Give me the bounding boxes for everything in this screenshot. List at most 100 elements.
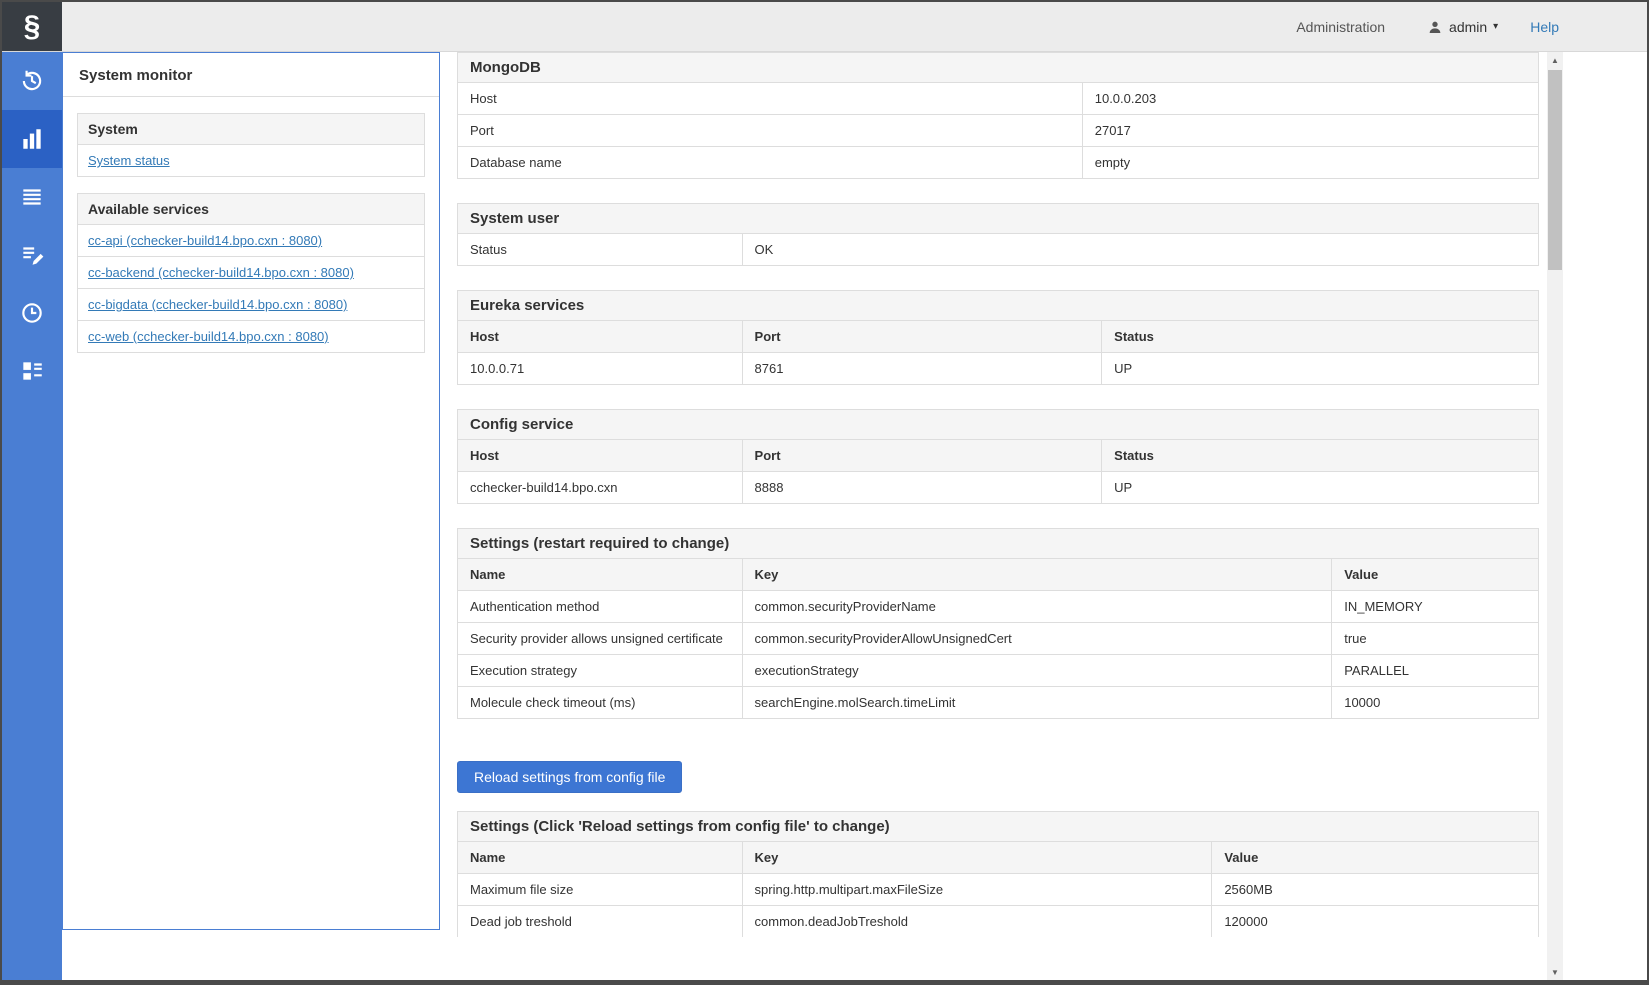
status-cell: UP [1102,472,1538,504]
scroll-down-arrow-icon[interactable]: ▼ [1547,964,1563,980]
section-title: MongoDB [458,53,1538,83]
settings-restart-section: Settings (restart required to change) Na… [457,528,1539,719]
table-cell: 120000 [1212,906,1538,938]
table-header-row: Host Port Status [458,440,1538,472]
available-services-title: Available services [78,194,424,225]
table-cell: common.deadJobTreshold [742,906,1212,938]
table-cell: 2560MB [1212,874,1538,906]
clock-icon [19,300,45,326]
column-header: Value [1332,559,1538,591]
column-header: Status [1102,321,1538,353]
service-link-cc-bigdata[interactable]: cc-bigdata (cchecker-build14.bpo.cxn : 8… [88,297,347,312]
table-row: Maximum file size spring.http.multipart.… [458,874,1538,906]
table-cell: 27017 [1082,115,1538,147]
table-cell: IN_MEMORY [1332,591,1538,623]
mongodb-section: MongoDB Host 10.0.0.203 Port 27017 Datab… [457,52,1539,179]
settings-restart-table: Name Key Value Authentication method com… [458,559,1538,718]
settings-reload-section: Settings (Click 'Reload settings from co… [457,811,1539,937]
table-cell: Maximum file size [458,874,742,906]
config-service-section: Config service Host Port Status cchecker… [457,409,1539,504]
table-cell: PARALLEL [1332,655,1538,687]
table-cell: OK [742,234,1538,265]
table-cell: Authentication method [458,591,742,623]
list-item: cc-bigdata (cchecker-build14.bpo.cxn : 8… [78,289,424,321]
table-row: cchecker-build14.bpo.cxn 8888 UP [458,472,1538,504]
service-link-cc-api[interactable]: cc-api (cchecker-build14.bpo.cxn : 8080) [88,233,322,248]
system-user-table: Status OK [458,234,1538,265]
system-user-section: System user Status OK [457,203,1539,266]
column-header: Value [1212,842,1538,874]
top-bar-right: Administration admin ▾ Help [62,2,1647,51]
sidebar-item-monitor[interactable] [2,110,62,168]
help-link[interactable]: Help [1530,19,1559,35]
system-panel: System System status [77,113,425,177]
user-icon [1427,19,1443,35]
table-header-row: Name Key Value [458,842,1538,874]
system-panel-title: System [78,114,424,145]
system-status-link[interactable]: System status [88,153,170,168]
service-link-cc-backend[interactable]: cc-backend (cchecker-build14.bpo.cxn : 8… [88,265,354,280]
section-title: Eureka services [458,291,1538,321]
dashboard-icon [19,358,45,384]
table-cell: empty [1082,147,1538,179]
administration-menu[interactable]: Administration [1296,19,1385,35]
table-cell: Security provider allows unsigned certif… [458,623,742,655]
table-row: Security provider allows unsigned certif… [458,623,1538,655]
table-cell: 8761 [742,353,1102,385]
table-cell: common.securityProviderAllowUnsignedCert [742,623,1332,655]
column-header: Name [458,559,742,591]
table-cell: spring.http.multipart.maxFileSize [742,874,1212,906]
table-row: Database name empty [458,147,1538,179]
section-title: System user [458,204,1538,234]
table-cell: Status [458,234,742,265]
table-cell: 10.0.0.71 [458,353,742,385]
table-row: Molecule check timeout (ms) searchEngine… [458,687,1538,719]
scroll-up-arrow-icon[interactable]: ▲ [1547,52,1563,68]
config-service-table: Host Port Status cchecker-build14.bpo.cx… [458,440,1538,503]
table-cell: 10.0.0.203 [1082,83,1538,115]
column-header: Key [742,842,1212,874]
app-logo-icon[interactable]: § [2,2,62,51]
history-icon [19,68,45,94]
table-row: Port 27017 [458,115,1538,147]
vertical-scrollbar[interactable]: ▲ ▼ [1547,52,1563,980]
table-cell: executionStrategy [742,655,1332,687]
table-row: Host 10.0.0.203 [458,83,1538,115]
column-header: Port [742,440,1102,472]
table-cell: Dead job treshold [458,906,742,938]
available-services-panel: Available services cc-api (cchecker-buil… [77,193,425,353]
section-title: Config service [458,410,1538,440]
table-cell: 8888 [742,472,1102,504]
sidebar-item-history[interactable] [2,52,62,110]
top-bar: § Administration admin ▾ Help [2,2,1647,52]
table-row: Status OK [458,234,1538,265]
sidebar-item-scheduler[interactable] [2,284,62,342]
sidebar-item-dashboard[interactable] [2,342,62,400]
bar-chart-icon [19,126,45,152]
table-cell: cchecker-build14.bpo.cxn [458,472,742,504]
icon-sidebar [2,52,62,980]
table-header-row: Name Key Value [458,559,1538,591]
list-item: System status [78,145,424,176]
sidebar-item-tasks[interactable] [2,226,62,284]
table-row: Execution strategy executionStrategy PAR… [458,655,1538,687]
sidebar-item-list[interactable] [2,168,62,226]
service-link-cc-web[interactable]: cc-web (cchecker-build14.bpo.cxn : 8080) [88,329,329,344]
column-header: Port [742,321,1102,353]
username: admin [1449,19,1487,35]
table-row: Dead job treshold common.deadJobTreshold… [458,906,1538,938]
column-header: Key [742,559,1332,591]
task-edit-icon [19,242,45,268]
table-cell: Execution strategy [458,655,742,687]
user-menu[interactable]: admin ▾ [1427,19,1498,35]
reload-settings-button[interactable]: Reload settings from config file [457,761,682,793]
section-title: Settings (restart required to change) [458,529,1538,559]
chevron-down-icon: ▾ [1493,21,1498,32]
settings-reload-table: Name Key Value Maximum file size spring.… [458,842,1538,937]
scrollbar-thumb[interactable] [1548,70,1562,270]
list-item: cc-backend (cchecker-build14.bpo.cxn : 8… [78,257,424,289]
list-icon [19,184,45,210]
column-header: Host [458,321,742,353]
main-content: MongoDB Host 10.0.0.203 Port 27017 Datab… [457,52,1539,937]
system-monitor-panel: System monitor System System status Avai… [62,52,440,930]
